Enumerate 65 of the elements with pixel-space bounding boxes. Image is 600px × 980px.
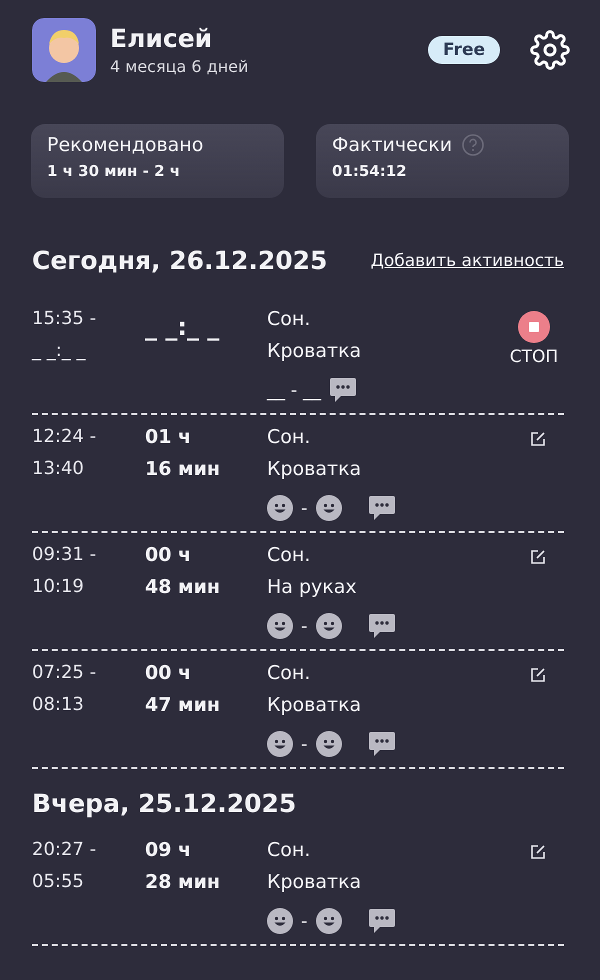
duration-hours: 00 ч bbox=[145, 661, 192, 685]
edit-icon[interactable] bbox=[530, 549, 546, 565]
child-age: 4 месяца 6 дней bbox=[110, 57, 250, 76]
end-time: 08:13 bbox=[32, 693, 85, 717]
comment-icon[interactable] bbox=[368, 908, 396, 934]
mood-separator: - bbox=[301, 616, 308, 636]
stop-button[interactable]: СТОП bbox=[510, 311, 558, 367]
plan-badge[interactable]: Free bbox=[428, 36, 500, 64]
child-name: Елисей bbox=[110, 24, 214, 53]
activity-type: Сон. bbox=[267, 307, 312, 331]
activity-place: Кроватка bbox=[267, 457, 362, 481]
duration-minutes: 47 мин bbox=[145, 693, 222, 717]
smiley-icon[interactable] bbox=[267, 908, 293, 934]
edit-icon[interactable] bbox=[530, 667, 546, 683]
end-time: 13:40 bbox=[32, 457, 85, 481]
activity-type: Сон. bbox=[267, 838, 312, 862]
duration-minutes: 16 мин bbox=[145, 457, 222, 481]
day-heading: Вчера, 25.12.2025 bbox=[32, 789, 296, 818]
end-time: 10:19 bbox=[32, 575, 85, 599]
activity-type: Сон. bbox=[267, 661, 312, 685]
start-time: 09:31 - bbox=[32, 543, 98, 567]
card-value: 01:54:12 bbox=[332, 162, 408, 180]
smiley-icon[interactable] bbox=[316, 908, 342, 934]
start-time: 12:24 - bbox=[32, 425, 98, 449]
edit-icon[interactable] bbox=[530, 431, 546, 447]
duration-hours: 00 ч bbox=[145, 543, 192, 567]
duration-minutes: 48 мин bbox=[145, 575, 222, 599]
avatar[interactable] bbox=[32, 18, 96, 82]
comment-icon[interactable] bbox=[368, 731, 396, 757]
smiley-icon[interactable] bbox=[316, 495, 342, 521]
mood-separator: - bbox=[301, 734, 308, 754]
comment-icon[interactable] bbox=[368, 613, 396, 639]
duration-hours: 09 ч bbox=[145, 838, 192, 862]
activity-place: Кроватка bbox=[267, 693, 362, 717]
start-time: 15:35 - bbox=[32, 307, 98, 331]
edit-icon[interactable] bbox=[530, 844, 546, 860]
comment-icon[interactable] bbox=[328, 377, 357, 403]
comment-icon[interactable] bbox=[368, 495, 396, 521]
smiley-icon[interactable] bbox=[267, 495, 293, 521]
card-label: Фактически bbox=[332, 134, 452, 156]
duration-minutes: 28 мин bbox=[145, 870, 222, 894]
activity-place: Кроватка bbox=[267, 870, 362, 894]
activity-place: Кроватка bbox=[267, 339, 362, 363]
activity-type: Сон. bbox=[267, 425, 312, 449]
smiley-icon[interactable] bbox=[316, 613, 342, 639]
card-value: 1 ч 30 мин - 2 ч bbox=[47, 162, 182, 180]
smiley-icon[interactable] bbox=[267, 613, 293, 639]
smiley-icon[interactable] bbox=[267, 731, 293, 757]
mood-separator: - bbox=[301, 498, 308, 518]
mood-separator: - bbox=[301, 910, 308, 932]
add-activity-link[interactable]: Добавить активность bbox=[370, 250, 564, 270]
duration: _ _:_ _ bbox=[145, 312, 220, 341]
duration-hours: 01 ч bbox=[145, 425, 192, 449]
mood-placeholder[interactable]: __ - __ bbox=[267, 380, 321, 400]
activity-place: На руках bbox=[267, 575, 358, 599]
start-time: 07:25 - bbox=[32, 661, 98, 685]
end-time: 05:55 bbox=[32, 870, 85, 894]
start-time: 20:27 - bbox=[32, 838, 98, 862]
stop-icon bbox=[518, 311, 550, 343]
activity-type: Сон. bbox=[267, 543, 312, 567]
day-heading: Сегодня, 26.12.2025 bbox=[32, 246, 328, 275]
smiley-icon[interactable] bbox=[316, 731, 342, 757]
end-time: _ _:_ _ bbox=[32, 339, 87, 363]
card-label: Рекомендовано bbox=[47, 134, 204, 156]
settings-icon[interactable] bbox=[530, 30, 570, 70]
